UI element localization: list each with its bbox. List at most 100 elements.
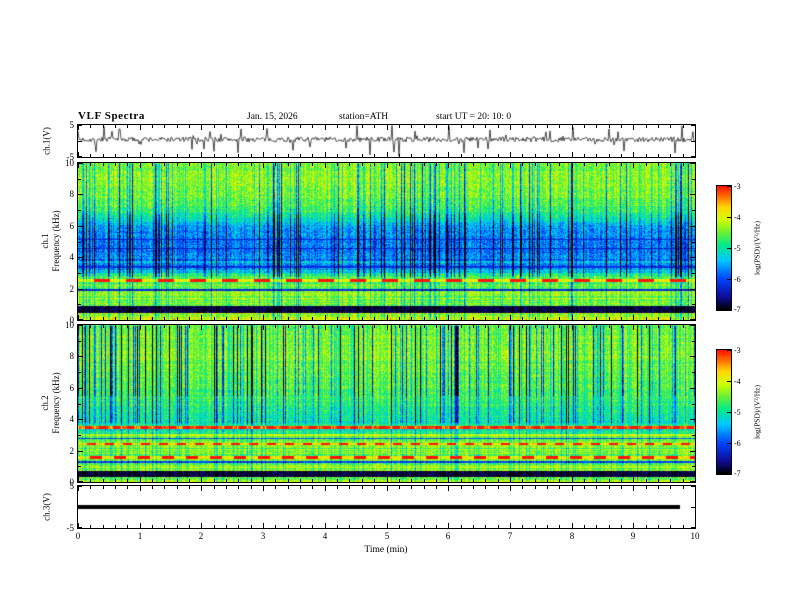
- axis-tick: [325, 477, 326, 482]
- axis-tick: [670, 163, 671, 166]
- axis-tick: [387, 486, 388, 491]
- axis-tick: [411, 486, 412, 489]
- axis-tick: [461, 125, 462, 128]
- axis-tick: [251, 525, 252, 528]
- axis-tick: [633, 486, 634, 491]
- axis-tick: [683, 325, 684, 328]
- x-tick-label: 7: [507, 531, 513, 541]
- axis-tick: [103, 479, 104, 482]
- axis-tick: [621, 125, 622, 128]
- axis-tick: [189, 317, 190, 320]
- axis-tick: [288, 486, 289, 489]
- axis-tick: [164, 486, 165, 489]
- axis-tick: [90, 163, 91, 166]
- axis-tick: [177, 525, 178, 528]
- axis-tick: [727, 309, 731, 310]
- axis-tick: [547, 317, 548, 320]
- axis-tick: [559, 325, 560, 328]
- axis-tick: [461, 317, 462, 320]
- axis-tick: [164, 525, 165, 528]
- axis-tick: [300, 317, 301, 320]
- axis-tick: [498, 486, 499, 489]
- axis-tick: [189, 479, 190, 482]
- axis-tick: [461, 486, 462, 489]
- axis-tick: [214, 154, 215, 157]
- y-tick-label: 8: [69, 189, 75, 199]
- axis-tick: [473, 486, 474, 489]
- axis-tick: [263, 477, 264, 482]
- axis-tick: [461, 154, 462, 157]
- axis-tick: [127, 525, 128, 528]
- axis-tick: [362, 486, 363, 489]
- axis-tick: [189, 486, 190, 489]
- axis-tick: [727, 217, 731, 218]
- x-tick-label: 1: [137, 531, 143, 541]
- axis-tick: [374, 325, 375, 328]
- axis-tick: [461, 525, 462, 528]
- axis-tick: [201, 163, 202, 168]
- axis-tick: [633, 523, 634, 528]
- x-tick-label: 9: [630, 531, 636, 541]
- axis-tick: [251, 125, 252, 128]
- axis-tick: [201, 523, 202, 528]
- axis-tick: [448, 315, 449, 320]
- axis-tick: [78, 466, 81, 467]
- axis-tick: [510, 325, 511, 330]
- axis-tick: [140, 152, 141, 157]
- axis-tick: [609, 486, 610, 489]
- axis-tick: [609, 154, 610, 157]
- axis-tick: [349, 325, 350, 328]
- axis-tick: [251, 317, 252, 320]
- axis-tick: [448, 163, 449, 168]
- axis-tick: [690, 289, 695, 290]
- axis-tick: [325, 486, 326, 491]
- axis-tick: [411, 317, 412, 320]
- axis-tick: [727, 248, 731, 249]
- axis-tick: [727, 186, 731, 187]
- axis-tick: [251, 163, 252, 166]
- axis-tick: [461, 479, 462, 482]
- axis-tick: [399, 325, 400, 328]
- axis-tick: [152, 325, 153, 328]
- axis-tick: [683, 479, 684, 482]
- axis-tick: [596, 154, 597, 157]
- colorbar-tick-label: -4: [734, 377, 741, 386]
- axis-tick: [633, 125, 634, 130]
- axis-tick: [226, 486, 227, 489]
- axis-tick: [559, 525, 560, 528]
- axis-tick: [115, 479, 116, 482]
- axis-tick: [436, 125, 437, 128]
- axis-tick: [633, 315, 634, 320]
- axis-tick: [399, 486, 400, 489]
- axis-tick: [559, 154, 560, 157]
- axis-tick: [596, 486, 597, 489]
- axis-tick: [201, 325, 202, 330]
- axis-tick: [695, 486, 696, 491]
- ch2-spectrogram-panel: [77, 324, 696, 483]
- axis-tick: [690, 163, 695, 164]
- axis-tick: [547, 325, 548, 328]
- axis-tick: [127, 125, 128, 128]
- axis-tick: [325, 152, 326, 157]
- axis-tick: [535, 486, 536, 489]
- axis-tick: [337, 486, 338, 489]
- axis-tick: [312, 525, 313, 528]
- axis-tick: [522, 525, 523, 528]
- axis-tick: [473, 125, 474, 128]
- y-tick-label: 5: [69, 120, 75, 130]
- axis-tick: [727, 350, 731, 351]
- axis-tick: [362, 154, 363, 157]
- axis-tick: [690, 325, 695, 326]
- axis-tick: [337, 525, 338, 528]
- axis-tick: [214, 163, 215, 166]
- axis-tick: [690, 451, 695, 452]
- axis-tick: [78, 125, 82, 126]
- axis-tick: [633, 152, 634, 157]
- axis-tick: [387, 315, 388, 320]
- axis-tick: [695, 523, 696, 528]
- axis-tick: [127, 317, 128, 320]
- axis-tick: [263, 125, 264, 130]
- axis-tick: [127, 479, 128, 482]
- y-tick-label: 2: [69, 446, 75, 456]
- axis-tick: [609, 125, 610, 128]
